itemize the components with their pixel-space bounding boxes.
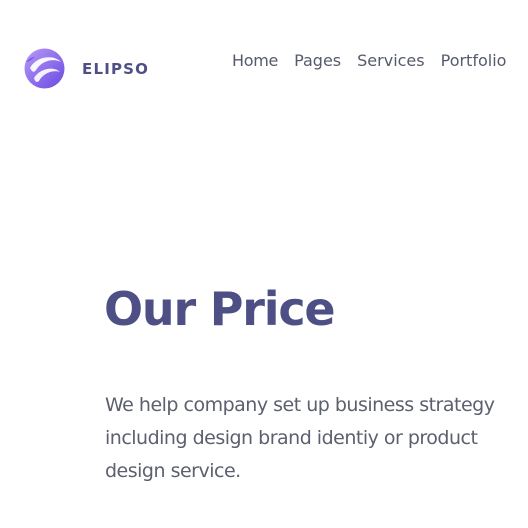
nav-item-portfolio[interactable]: Portfolio <box>441 50 507 72</box>
hero-description: We help company set up business strategy… <box>105 389 528 488</box>
hero-description-line: including design brand identiy or produc… <box>105 427 478 449</box>
main-nav: Home Pages Services Portfolio <box>232 50 522 72</box>
hero-description-line: design service. <box>105 460 241 482</box>
hero-title: Our Price <box>104 282 336 336</box>
nav-item-home[interactable]: Home <box>232 50 278 72</box>
hero-description-line: We help company set up business strategy <box>105 394 495 416</box>
brand-home-link[interactable]: ELIPSO <box>24 48 149 89</box>
page: ELIPSO Home Pages Services Portfolio Our… <box>0 0 528 528</box>
nav-item-services[interactable]: Services <box>357 50 424 72</box>
nav-item-pages[interactable]: Pages <box>294 50 341 72</box>
brand-name: ELIPSO <box>82 60 150 78</box>
site-header: ELIPSO Home Pages Services Portfolio <box>0 0 528 130</box>
swirl-sphere-logo-icon <box>24 48 65 89</box>
